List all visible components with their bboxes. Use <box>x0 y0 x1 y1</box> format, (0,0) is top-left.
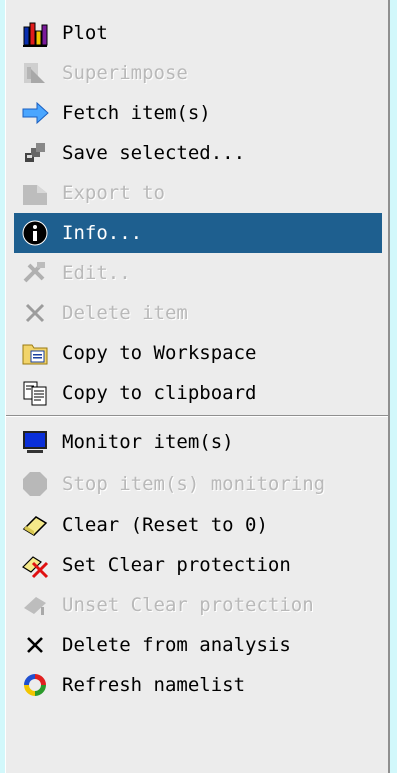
menu-item-label: Refresh namelist <box>62 674 246 696</box>
menu-item-delete-from-analysis[interactable]: Delete from analysis <box>14 625 382 665</box>
menu-item-label: Delete from analysis <box>62 634 291 656</box>
refresh-icon <box>20 670 50 700</box>
delete-x-icon <box>20 630 50 660</box>
menu-item-clear[interactable]: Clear (Reset to 0) <box>14 505 382 545</box>
folder-copy-icon <box>20 338 50 368</box>
menu-item-label: Fetch item(s) <box>62 102 211 124</box>
menu-item-monitor[interactable]: Monitor item(s) <box>14 422 382 462</box>
eraser-protect-icon <box>20 550 50 580</box>
menu-item-label: Copy to Workspace <box>62 342 257 364</box>
menu-item-set-clear-protection[interactable]: Set Clear protection <box>14 545 382 585</box>
menu-item-label: Delete item <box>62 302 188 324</box>
menu-item-label: Edit.. <box>62 262 131 284</box>
export-icon <box>20 178 50 208</box>
menu-item-label: Plot <box>62 22 108 44</box>
eraser-unprotect-icon <box>20 590 50 620</box>
menu-item-stop-monitoring[interactable]: Stop item(s) monitoring <box>14 464 382 504</box>
info-icon <box>20 218 50 248</box>
menu-item-label: Export to <box>62 182 165 204</box>
menu-item-info[interactable]: Info... <box>14 213 382 253</box>
menu-item-label: Stop item(s) monitoring <box>62 473 326 495</box>
menu-separator <box>6 415 388 417</box>
save-icon <box>20 138 50 168</box>
menu-item-copy-workspace[interactable]: Copy to Workspace <box>14 333 382 373</box>
tools-icon <box>20 258 50 288</box>
menu-item-label: Clear (Reset to 0) <box>62 514 268 536</box>
menu-item-label: Info... <box>62 222 143 244</box>
menu-item-label: Unset Clear protection <box>62 594 314 616</box>
menu-item-export[interactable]: Export to <box>14 173 382 213</box>
menu-item-superimpose[interactable]: Superimpose <box>14 53 382 93</box>
eraser-icon <box>20 510 50 540</box>
stop-icon <box>20 469 50 499</box>
menu-item-delete-item[interactable]: Delete item <box>14 293 382 333</box>
delete-x-icon <box>20 298 50 328</box>
superimpose-icon <box>20 58 50 88</box>
bar-chart-icon <box>20 18 50 48</box>
menu-item-refresh-namelist[interactable]: Refresh namelist <box>14 665 382 705</box>
menu-item-label: Monitor item(s) <box>62 431 234 453</box>
menu-item-label: Superimpose <box>62 62 188 84</box>
context-menu: Plot Superimpose Fetch item(s) Save sele… <box>5 0 390 773</box>
arrow-right-icon <box>20 98 50 128</box>
menu-item-label: Copy to clipboard <box>62 382 257 404</box>
menu-item-edit[interactable]: Edit.. <box>14 253 382 293</box>
menu-item-copy-clipboard[interactable]: Copy to clipboard <box>14 373 382 413</box>
menu-item-unset-clear-protection[interactable]: Unset Clear protection <box>14 585 382 625</box>
menu-item-label: Save selected... <box>62 142 246 164</box>
menu-item-fetch[interactable]: Fetch item(s) <box>14 93 382 133</box>
menu-item-save-selected[interactable]: Save selected... <box>14 133 382 173</box>
monitor-icon <box>20 427 50 457</box>
menu-item-label: Set Clear protection <box>62 554 291 576</box>
menu-item-plot[interactable]: Plot <box>14 13 382 53</box>
clipboard-icon <box>20 378 50 408</box>
